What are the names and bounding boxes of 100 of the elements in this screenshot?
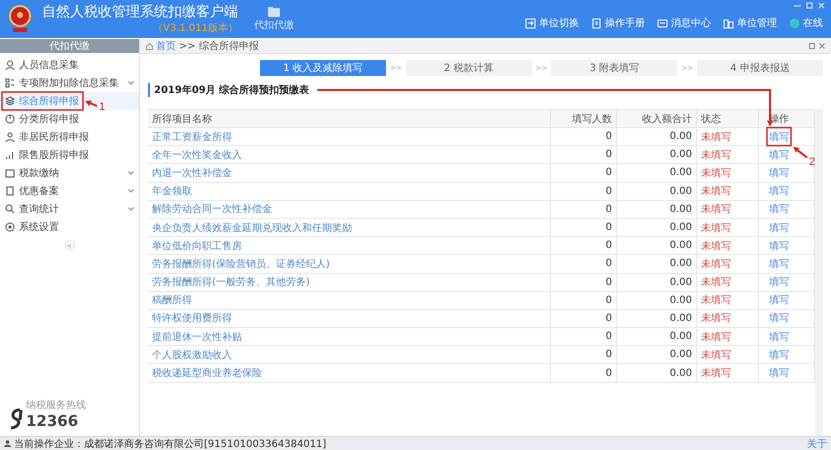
- restore-icon[interactable]: [809, 43, 815, 49]
- header-action-button[interactable]: 在线: [789, 16, 823, 30]
- column-header: 所得项目名称: [148, 110, 551, 127]
- table-cell: 0: [551, 364, 617, 382]
- sidebar-item[interactable]: 查询统计: [0, 200, 139, 218]
- square-icon: [5, 168, 15, 178]
- status-cell: 未填写: [697, 128, 759, 146]
- table-cell: 0.00: [617, 164, 697, 182]
- sidebar-item[interactable]: 税款缴纳: [0, 164, 139, 182]
- fill-in-link[interactable]: 填写: [769, 130, 789, 144]
- fill-in-link[interactable]: 填写: [769, 148, 789, 162]
- annotation-arrow: [85, 100, 98, 107]
- table-cell: 0.00: [617, 346, 697, 364]
- table-cell: 税收递延型商业养老保险: [148, 364, 551, 382]
- emblem-logo: [8, 5, 32, 33]
- person-icon: [5, 132, 15, 142]
- sidebar-item[interactable]: 系统设置: [0, 218, 139, 236]
- list-icon: [5, 78, 15, 88]
- table-cell: 0.00: [617, 128, 697, 146]
- table-cell: 0.00: [617, 146, 697, 164]
- fill-in-link[interactable]: 填写: [769, 366, 789, 380]
- column-header: 状态: [697, 110, 759, 127]
- fill-in-link[interactable]: 填写: [769, 330, 789, 344]
- table-cell: 0: [551, 146, 617, 164]
- status-cell: 未填写: [697, 146, 759, 164]
- header-action-button[interactable]: 操作手册: [591, 16, 645, 30]
- status-cell: 未填写: [697, 346, 759, 364]
- step-tab[interactable]: 2 税款计算: [406, 60, 532, 76]
- hotline-caption: 纳税服务热线: [26, 398, 86, 412]
- sidebar-title: 代扣代缴: [0, 39, 139, 53]
- chat-icon: [789, 18, 800, 28]
- close-icon[interactable]: [819, 43, 825, 49]
- sidebar-item[interactable]: 非居民所得申报: [0, 128, 139, 146]
- table-cell: 央企负责人绩效薪金延期兑现收入和任期奖励: [148, 218, 551, 236]
- fill-in-link[interactable]: 填写: [769, 220, 789, 235]
- table-cell: 0: [551, 128, 617, 146]
- header-action-button[interactable]: 单位切换: [525, 16, 579, 30]
- table-cell: 0: [551, 237, 617, 254]
- table-cell: 0: [551, 218, 617, 236]
- sidebar-item[interactable]: 优惠备案: [0, 182, 139, 200]
- module-label: 代扣代缴: [254, 18, 294, 32]
- fill-in-link[interactable]: 填写: [769, 202, 789, 216]
- table-cell: 0.00: [617, 255, 697, 272]
- status-cell: 未填写: [697, 237, 759, 254]
- table-cell: 0: [551, 346, 617, 364]
- building-icon: [723, 18, 734, 28]
- table-cell: 全年一次性奖金收入: [148, 146, 551, 164]
- table-cell: 0.00: [617, 218, 697, 236]
- sidebar-item[interactable]: 专项附加扣除信息采集: [0, 74, 139, 92]
- step-tab[interactable]: 1 收入及减除填写: [260, 60, 386, 76]
- table-cell: 解除劳动合同一次性补偿金: [148, 200, 551, 218]
- breadcrumb-separator: >>: [179, 40, 196, 52]
- collapse-button[interactable]: «: [64, 240, 74, 250]
- fill-in-link[interactable]: 填写: [769, 256, 789, 271]
- status-cell: 未填写: [697, 200, 759, 218]
- fill-in-link[interactable]: 填写: [769, 348, 789, 362]
- table-cell: 0: [551, 310, 617, 328]
- table-title: 2019年09月 综合所得预扣预缴表: [148, 83, 310, 97]
- table-cell: 0.00: [617, 328, 697, 346]
- status-cell: 未填写: [697, 218, 759, 236]
- fill-in-link[interactable]: 填写: [769, 275, 789, 290]
- fill-in-link[interactable]: 填写: [769, 166, 789, 180]
- message-icon: [657, 18, 668, 28]
- hotline-number: 12366: [26, 412, 80, 430]
- sidebar-item[interactable]: 限售股所得申报: [0, 146, 139, 164]
- step-tab[interactable]: 3 附表填写: [551, 60, 678, 76]
- sidebar-item[interactable]: 分类所得申报: [0, 110, 139, 128]
- table-cell: 年金领取: [148, 182, 551, 200]
- table-cell: 0.00: [617, 200, 697, 218]
- fill-in-link[interactable]: 填写: [769, 311, 789, 326]
- header-action-button[interactable]: 消息中心: [657, 16, 711, 30]
- highlight-box: [766, 126, 792, 146]
- fill-in-link[interactable]: 填写: [769, 238, 789, 253]
- switch-icon: [525, 18, 536, 28]
- fill-in-link[interactable]: 填写: [769, 184, 789, 198]
- search-icon: [5, 204, 15, 214]
- about-link[interactable]: 关于: [807, 436, 827, 450]
- column-header: 收入额合计: [617, 110, 697, 127]
- status-cell: 未填写: [697, 182, 759, 200]
- user-icon: [4, 440, 11, 447]
- step-tab[interactable]: 4 申报表报送: [697, 60, 824, 76]
- status-cell: 未填写: [697, 292, 759, 309]
- status-cell: 未填写: [697, 364, 759, 382]
- table-cell: 0: [551, 200, 617, 218]
- document-icon: [591, 18, 602, 28]
- header-action-button[interactable]: 单位管理: [723, 16, 777, 30]
- table-cell: 0: [551, 292, 617, 309]
- table-cell: 0.00: [617, 292, 697, 309]
- breadcrumb-current: 综合所得申报: [198, 40, 259, 53]
- table-cell: 正常工资薪金所得: [148, 128, 551, 146]
- bar-chart-icon: [5, 150, 15, 160]
- sidebar-item[interactable]: 人员信息采集: [0, 56, 139, 74]
- breadcrumb-link[interactable]: 首页: [156, 39, 176, 53]
- fill-in-link[interactable]: 填写: [769, 293, 789, 308]
- pie-icon: [5, 114, 15, 124]
- annotation-number: 2: [809, 156, 816, 168]
- table-cell: 提前退休一次性补贴: [148, 328, 551, 346]
- status-cell: 未填写: [697, 274, 759, 291]
- table-cell: 劳务报酬所得(一般劳务、其他劳务): [148, 274, 551, 291]
- home-icon: [146, 42, 153, 50]
